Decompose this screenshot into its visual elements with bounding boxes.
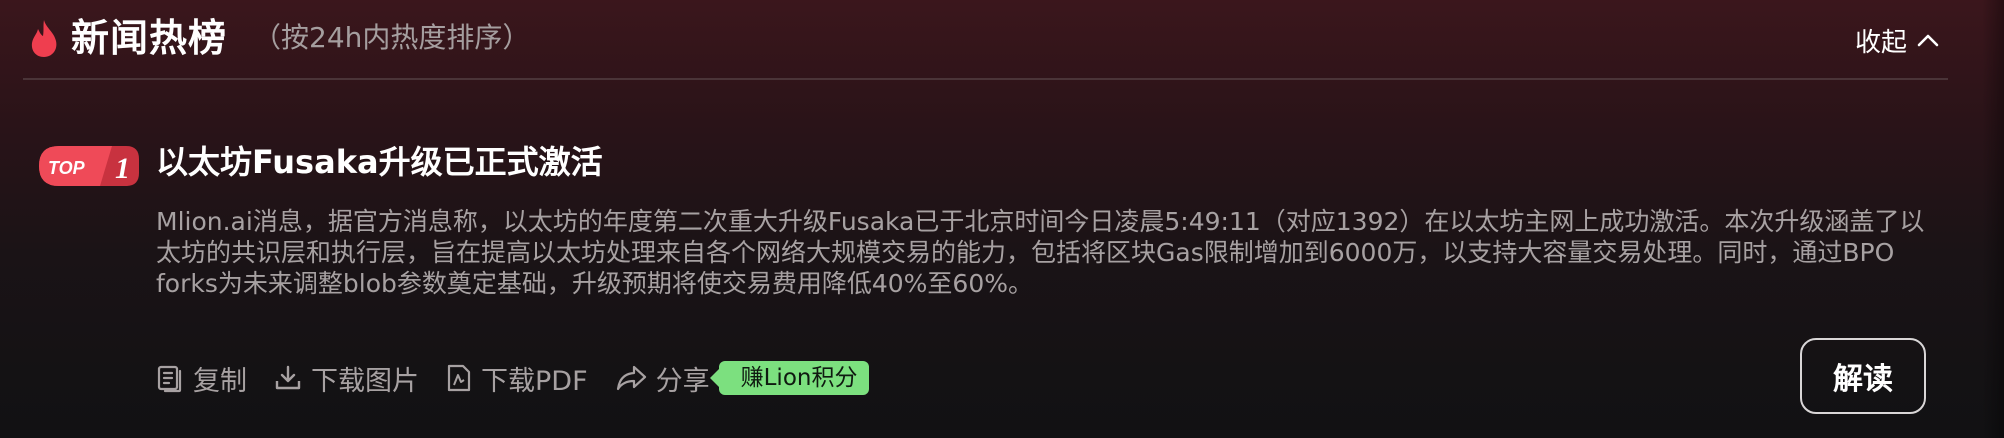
download-pdf-label: 下载PDF — [481, 365, 588, 397]
earn-points-badge: 赚Lion积分 — [709, 361, 870, 395]
download-image-button[interactable]: 下载图片 — [274, 359, 419, 398]
share-label: 分享 — [655, 365, 710, 397]
interpret-button[interactable]: 解读 — [1800, 338, 1926, 414]
article-body: Mlion.ai消息，据官方消息称，以太坊的年度第二次重大升级Fusaka已于北… — [156, 207, 1925, 298]
top-badge-rank: 1 — [115, 152, 130, 185]
top-rank-badge: TOP 1 — [39, 146, 139, 186]
copy-button[interactable]: 复制 — [156, 359, 247, 398]
copy-label: 复制 — [193, 365, 247, 397]
top-badge-label: TOP — [48, 158, 86, 178]
section-subtitle: （按24h内热度排序） — [253, 21, 531, 54]
news-hotlist-header: 新闻热榜 （按24h内热度排序） 收起 — [23, 0, 1948, 80]
pdf-file-icon — [447, 364, 471, 392]
download-icon — [275, 365, 301, 390]
section-title: 新闻热榜 — [71, 16, 228, 60]
copy-icon — [157, 365, 182, 393]
download-pdf-button[interactable]: 下载PDF — [446, 359, 588, 398]
article-actions: 复制 下载图片 下载PDF 分享 赚Lion积分 — [156, 356, 870, 400]
share-icon — [616, 365, 646, 391]
chevron-up-icon — [1917, 34, 1939, 47]
share-button[interactable]: 分享 — [615, 359, 710, 398]
download-image-label: 下载图片 — [311, 365, 419, 397]
collapse-label: 收起 — [1855, 27, 1908, 58]
flame-icon — [31, 20, 57, 57]
scrollbar-track[interactable] — [1982, 0, 2004, 438]
collapse-button[interactable]: 收起 — [1855, 20, 1939, 60]
article-headline[interactable]: 以太坊Fusaka升级已正式激活 — [156, 138, 603, 186]
